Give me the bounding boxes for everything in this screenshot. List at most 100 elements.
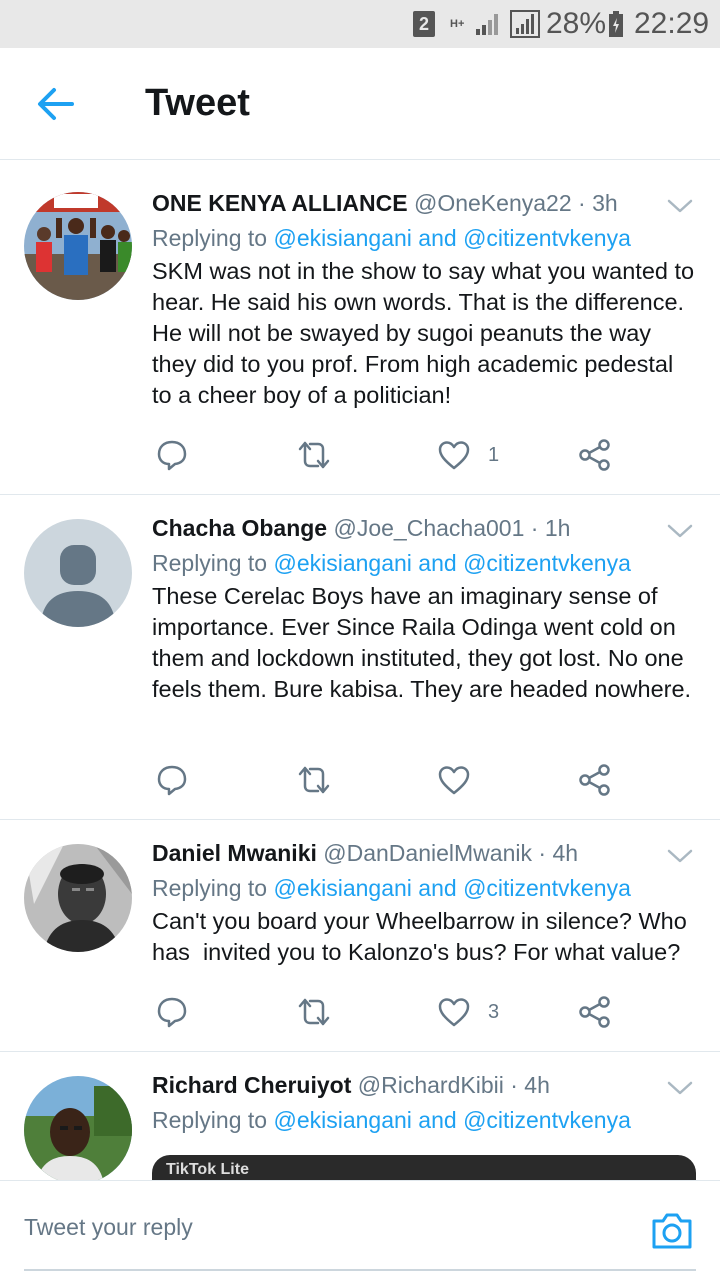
tweet-header: Chacha Obange @Joe_Chacha001 · 1h bbox=[152, 513, 696, 543]
reply-button[interactable] bbox=[156, 430, 188, 480]
like-button[interactable] bbox=[438, 755, 470, 805]
replying-to-label: Replying to bbox=[152, 550, 274, 576]
tweet-text: Can't you board your Wheelbarrow in sile… bbox=[152, 908, 694, 965]
tweet-header: Daniel Mwaniki @DanDanielMwanik · 4h bbox=[152, 838, 696, 868]
separator-dot: · bbox=[531, 840, 553, 866]
mention-link[interactable]: @citizentvkenya bbox=[463, 225, 631, 251]
tweet-menu-button[interactable] bbox=[666, 846, 694, 866]
tweet-text: SKM was not in the show to say what you … bbox=[152, 258, 695, 408]
share-button[interactable] bbox=[578, 987, 612, 1037]
heart-icon bbox=[438, 441, 470, 470]
author-handle[interactable]: @OneKenya22 bbox=[414, 190, 572, 216]
tweet-text: These Cerelac Boys have an imaginary sen… bbox=[152, 583, 692, 702]
comment-icon bbox=[157, 440, 187, 471]
network-type: H+ bbox=[450, 17, 465, 30]
tweet-body: Chacha Obange @Joe_Chacha001 · 1h Replyi… bbox=[152, 513, 696, 705]
battery-icon bbox=[608, 0, 624, 48]
replying-to: Replying to @ekisiangani and @citizentvk… bbox=[152, 1104, 696, 1136]
mention-link[interactable]: @citizentvkenya bbox=[463, 1107, 631, 1133]
arrow-left-icon bbox=[38, 88, 74, 120]
mention-link[interactable]: @citizentvkenya bbox=[463, 875, 631, 901]
author-handle[interactable]: @RichardKibii bbox=[358, 1072, 504, 1098]
like-count: 1 bbox=[488, 443, 500, 466]
author-name[interactable]: Chacha Obange bbox=[152, 515, 327, 541]
mention-link[interactable]: @citizentvkenya bbox=[463, 550, 631, 576]
replying-to: Replying to @ekisiangani and @citizentvk… bbox=[152, 547, 696, 579]
comment-icon bbox=[157, 997, 187, 1028]
share-icon bbox=[579, 439, 610, 471]
comment-icon bbox=[157, 765, 187, 796]
sim-number: 2 bbox=[413, 11, 435, 37]
author-handle[interactable]: @Joe_Chacha001 bbox=[334, 515, 525, 541]
reply-composer: Tweet your reply bbox=[0, 1180, 720, 1280]
tweet-header: Richard Cheruiyot @RichardKibii · 4h bbox=[152, 1070, 696, 1100]
retweet-icon bbox=[298, 766, 330, 794]
replying-to-and[interactable]: and bbox=[412, 875, 463, 901]
tweet-header: ONE KENYA ALLIANCE @OneKenya22 · 3h bbox=[152, 188, 696, 218]
tweet-time: 4h bbox=[524, 1072, 550, 1098]
retweet-icon bbox=[298, 441, 330, 469]
camera-button[interactable] bbox=[650, 1211, 694, 1251]
tweet-time: 3h bbox=[592, 190, 618, 216]
tweet-actions: 3 bbox=[0, 987, 720, 1037]
separator-dot: · bbox=[524, 515, 545, 541]
mention-link[interactable]: @ekisiangani bbox=[273, 225, 411, 251]
retweet-icon bbox=[298, 998, 330, 1026]
share-button[interactable] bbox=[578, 430, 612, 480]
heart-icon bbox=[438, 766, 470, 795]
chevron-down-icon bbox=[667, 1081, 693, 1095]
tweet-menu-button[interactable] bbox=[666, 196, 694, 216]
tweet[interactable]: Chacha Obange @Joe_Chacha001 · 1h Replyi… bbox=[0, 495, 720, 820]
like-button[interactable]: 1 bbox=[438, 430, 499, 480]
chevron-down-icon bbox=[667, 524, 693, 538]
page-title: Tweet bbox=[145, 82, 250, 124]
chevron-down-icon bbox=[667, 849, 693, 863]
sim-indicator: 2 bbox=[413, 0, 435, 48]
share-icon bbox=[579, 996, 610, 1028]
signal-icon bbox=[474, 0, 502, 48]
tweet-actions bbox=[0, 755, 720, 805]
clock: 22:29 bbox=[634, 7, 710, 40]
avatar[interactable] bbox=[24, 1076, 132, 1184]
signal-icon bbox=[510, 0, 540, 48]
replying-to: Replying to @ekisiangani and @citizentvk… bbox=[152, 872, 696, 904]
battery-percent: 28% bbox=[546, 7, 607, 40]
author-name[interactable]: Daniel Mwaniki bbox=[152, 840, 317, 866]
camera-icon bbox=[652, 1213, 692, 1249]
back-button[interactable] bbox=[30, 78, 82, 130]
mention-link[interactable]: @ekisiangani bbox=[273, 875, 411, 901]
tweet-actions: 1 bbox=[0, 430, 720, 480]
retweet-button[interactable] bbox=[296, 987, 332, 1037]
reply-button[interactable] bbox=[156, 755, 188, 805]
reply-input[interactable]: Tweet your reply bbox=[24, 1214, 193, 1241]
replying-to-and[interactable]: and bbox=[412, 1107, 463, 1133]
replying-to-label: Replying to bbox=[152, 875, 274, 901]
avatar[interactable] bbox=[24, 844, 132, 952]
author-handle[interactable]: @DanDanielMwanik bbox=[323, 840, 532, 866]
retweet-button[interactable] bbox=[296, 755, 332, 805]
tweet-menu-button[interactable] bbox=[666, 1078, 694, 1098]
media-watermark: TikTok Lite bbox=[166, 1161, 249, 1178]
avatar[interactable] bbox=[24, 192, 132, 300]
author-name[interactable]: ONE KENYA ALLIANCE bbox=[152, 190, 408, 216]
like-button[interactable]: 3 bbox=[438, 987, 499, 1037]
tweet-time: 4h bbox=[552, 840, 579, 866]
tweet[interactable]: ONE KENYA ALLIANCE @OneKenya22 · 3h Repl… bbox=[0, 170, 720, 495]
replying-to-and[interactable]: and bbox=[412, 225, 463, 251]
like-count: 3 bbox=[488, 1000, 500, 1023]
avatar[interactable] bbox=[24, 519, 132, 627]
author-name[interactable]: Richard Cheruiyot bbox=[152, 1072, 351, 1098]
mention-link[interactable]: @ekisiangani bbox=[273, 1107, 411, 1133]
reply-button[interactable] bbox=[156, 987, 188, 1037]
input-underline bbox=[24, 1269, 696, 1271]
mention-link[interactable]: @ekisiangani bbox=[273, 550, 411, 576]
replying-to-and[interactable]: and bbox=[412, 550, 463, 576]
status-bar: 2 H+ 28% 22:29 bbox=[0, 0, 720, 48]
header: Tweet bbox=[0, 48, 720, 160]
tweet-body: Daniel Mwaniki @DanDanielMwanik · 4h Rep… bbox=[152, 838, 696, 968]
tweet-menu-button[interactable] bbox=[666, 521, 694, 541]
retweet-button[interactable] bbox=[296, 430, 332, 480]
chevron-down-icon bbox=[667, 199, 693, 213]
tweet[interactable]: Daniel Mwaniki @DanDanielMwanik · 4h Rep… bbox=[0, 820, 720, 1052]
share-button[interactable] bbox=[578, 755, 612, 805]
